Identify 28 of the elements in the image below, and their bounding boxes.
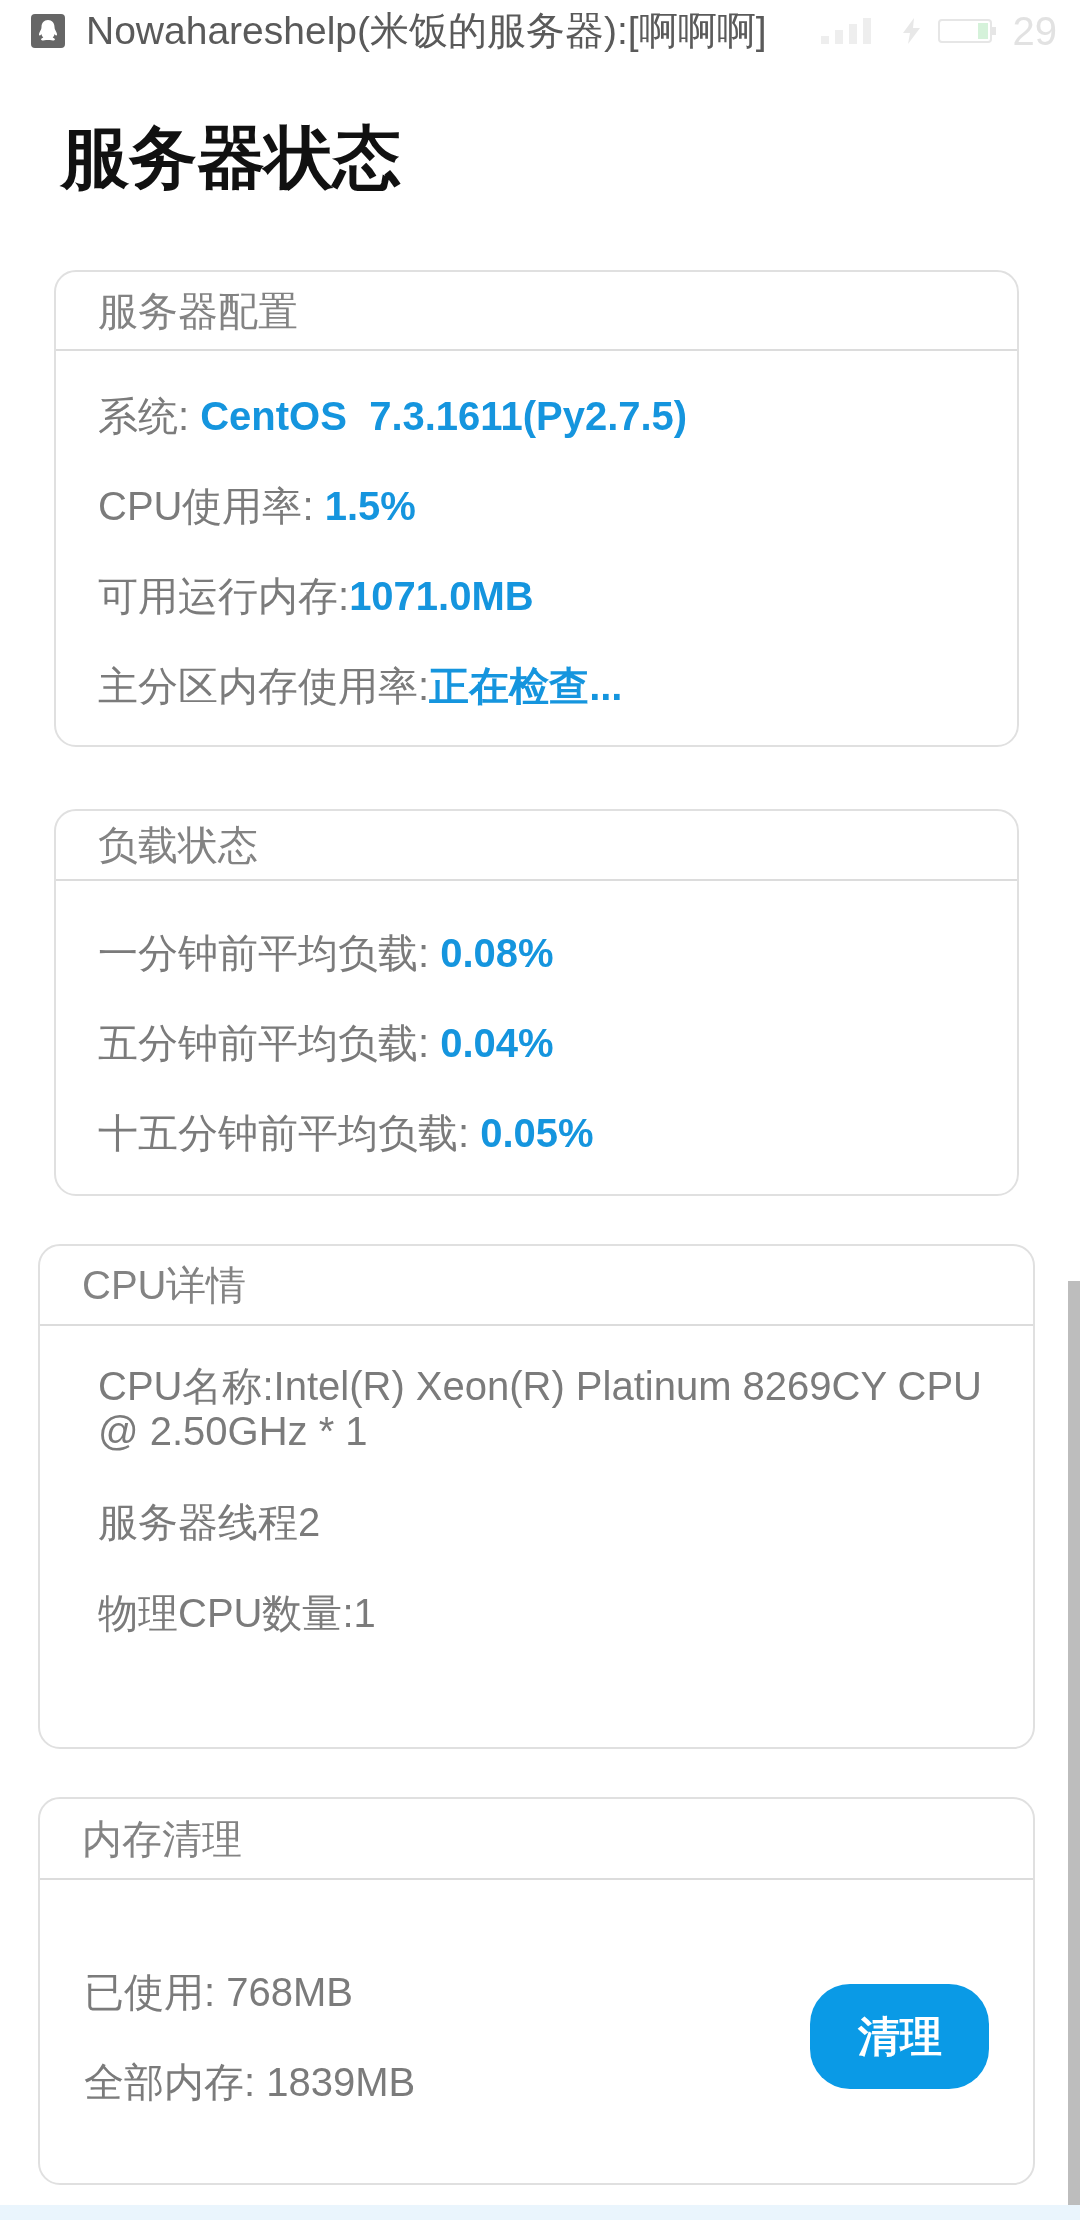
field-value: CentOS 7.3.1611(Py2.7.5) <box>200 394 688 438</box>
field-value: 1.5% <box>324 484 416 528</box>
memory-text: 已使用: 768MB <box>84 1968 354 2016</box>
card-title: CPU详情 <box>82 1263 247 1307</box>
field-label: 五分钟前平均负载: <box>98 1021 431 1065</box>
card-title: 内存清理 <box>82 1816 242 1861</box>
info-text: CPU名称:Intel(R) Xeon(R) Platinum 8269CY CPU @ 2.50GHz * 1 <box>98 1364 983 1454</box>
card-title: 服务器配置 <box>98 288 298 333</box>
penguin-icon <box>31 14 65 48</box>
notification-text: Nowahareshelp(米饭的服务器):[啊啊啊] <box>86 9 767 53</box>
info-text: 服务器线程2 <box>98 1500 322 1545</box>
page-title: 服务器状态 <box>59 118 402 197</box>
battery-icon <box>937 19 996 43</box>
field-value: 0.08% <box>440 931 554 975</box>
memory-text: 全部内存: 1839MB <box>84 2058 416 2106</box>
field-label: 十五分钟前平均负载: <box>98 1111 471 1155</box>
field-value: 正在检查... <box>429 664 623 708</box>
clean-button[interactable]: 清理 <box>810 1984 989 2089</box>
info-text: 物理CPU数量:1 <box>98 1591 377 1636</box>
field-label: 一分钟前平均负载: <box>98 931 431 975</box>
field-label: 主分区内存使用率: <box>98 664 430 708</box>
field-label: 系统: <box>98 394 191 438</box>
field-value: 0.04% <box>440 1021 554 1065</box>
field-label: 可用运行内存: <box>98 574 350 618</box>
field-value: 0.05% <box>480 1111 594 1155</box>
card-title: 负载状态 <box>98 823 258 867</box>
field-value: 1071.0MB <box>349 574 534 618</box>
field-label: CPU使用率: <box>98 484 315 528</box>
